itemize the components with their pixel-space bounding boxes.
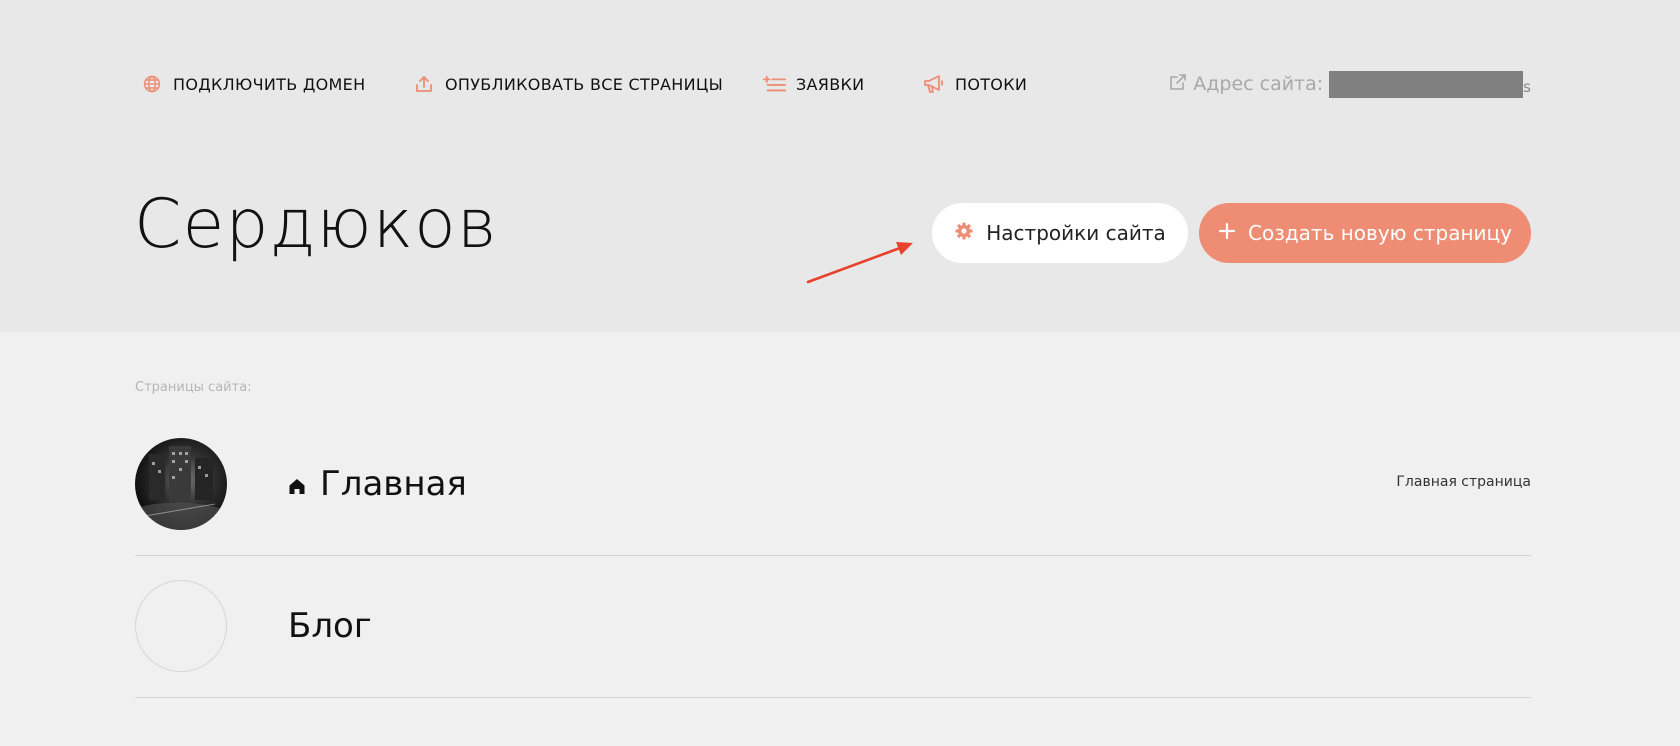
site-address-tail: s xyxy=(1523,78,1531,96)
list-add-icon xyxy=(763,74,787,94)
nav-publish-all-label: ОПУБЛИКОВАТЬ ВСЕ СТРАНИЦЫ xyxy=(445,74,723,94)
site-title: Сердюков xyxy=(134,185,498,264)
nav-flows-label: ПОТОКИ xyxy=(955,74,1028,94)
page-tag: Главная страница xyxy=(1396,474,1531,490)
nav-connect-domain-label: ПОДКЛЮЧИТЬ ДОМЕН xyxy=(173,74,366,94)
nav-publish-all[interactable]: ОПУБЛИКОВАТЬ ВСЕ СТРАНИЦЫ xyxy=(412,72,723,96)
page-name: Блог xyxy=(288,602,372,650)
site-settings-button[interactable]: Настройки сайта xyxy=(932,203,1188,263)
page-row[interactable]: Главная Главная страница xyxy=(135,414,1531,556)
page-name: Главная xyxy=(288,460,467,508)
megaphone-icon xyxy=(922,74,946,94)
page-name-label: Главная xyxy=(320,464,467,504)
page-row[interactable]: Блог xyxy=(135,556,1531,698)
top-navigation: ПОДКЛЮЧИТЬ ДОМЕН ОПУБЛИКОВАТЬ ВСЕ СТРАНИ… xyxy=(0,0,1680,170)
upload-icon xyxy=(412,74,436,94)
page-thumbnail xyxy=(135,438,227,530)
annotation-arrow xyxy=(806,242,913,284)
page-thumbnail xyxy=(135,580,227,672)
create-page-label: Создать новую страницу xyxy=(1248,221,1512,245)
site-header: ПОДКЛЮЧИТЬ ДОМЕН ОПУБЛИКОВАТЬ ВСЕ СТРАНИ… xyxy=(0,0,1680,332)
page-name-label: Блог xyxy=(288,606,372,646)
redacted-address xyxy=(1329,70,1524,98)
nav-leads[interactable]: ЗАЯВКИ xyxy=(763,72,864,96)
external-link-icon xyxy=(1169,73,1187,96)
plus-icon xyxy=(1218,221,1236,245)
nav-leads-label: ЗАЯВКИ xyxy=(796,74,865,94)
nav-flows[interactable]: ПОТОКИ xyxy=(922,72,1027,96)
site-address-label: Адрес сайта: xyxy=(1193,73,1324,95)
pages-section-label: Страницы сайта: xyxy=(135,380,252,395)
nav-connect-domain[interactable]: ПОДКЛЮЧИТЬ ДОМЕН xyxy=(140,72,365,96)
globe-icon xyxy=(140,74,164,94)
site-address[interactable]: Адрес сайта: s xyxy=(1169,70,1531,98)
site-settings-label: Настройки сайта xyxy=(986,221,1166,245)
gear-icon xyxy=(954,221,974,246)
create-page-button[interactable]: Создать новую страницу xyxy=(1199,203,1531,263)
home-icon xyxy=(288,464,306,504)
